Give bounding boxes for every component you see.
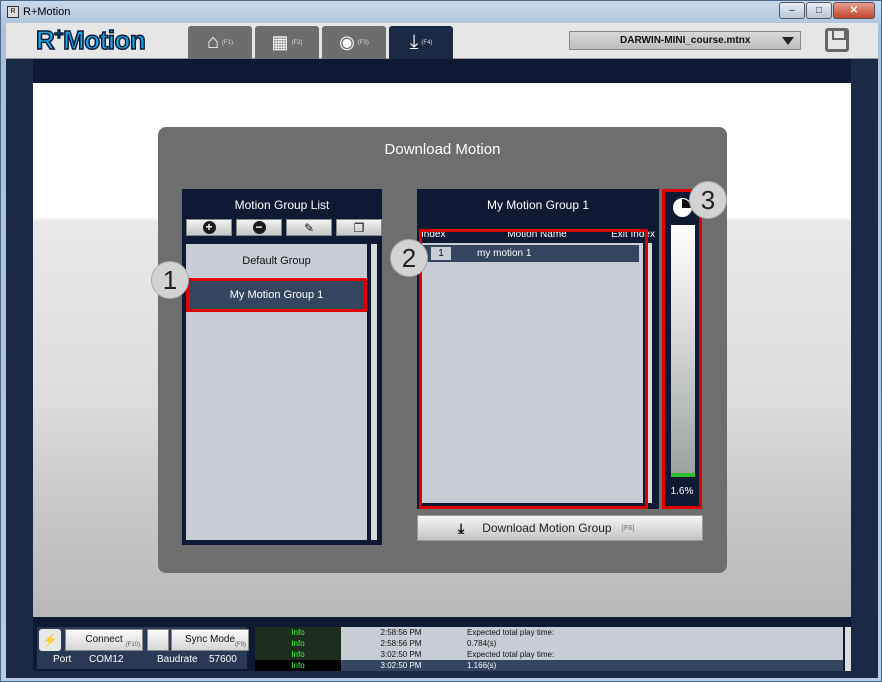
log-time: 3:02:50 PM	[380, 661, 422, 670]
copy-group-button[interactable]: ❐	[336, 219, 382, 236]
scrollbar[interactable]	[845, 627, 851, 671]
callout-badge-3: 3	[689, 181, 727, 219]
reel-icon: ◉	[339, 32, 355, 52]
title-bar: R R+Motion – □ ✕	[1, 1, 881, 23]
app-logo: R+Motion	[35, 24, 146, 56]
status-bar: ⚡ Connect (F10) Sync Mode (F9) Port COM12 …	[33, 623, 851, 671]
group-list-title: Motion Group List	[234, 198, 330, 212]
download-icon: ⤓	[409, 31, 419, 53]
port-label: Port	[53, 654, 72, 665]
table-row: Info 2:58:56 PM Expected total play time…	[255, 627, 843, 638]
motion-group-list-panel: Motion Group List + − ✎ ❐ Default Group …	[182, 189, 382, 545]
table-row: Info 2:58:56 PM 0.784(s)	[255, 638, 843, 649]
sync-mode-button[interactable]: Sync Mode (F9)	[171, 629, 249, 651]
list-item[interactable]: Default Group	[186, 244, 367, 278]
baud-label: Baudrate	[157, 654, 198, 665]
download-motion-group-button[interactable]: ⤓ Download Motion Group (F6)	[417, 515, 703, 541]
edit-group-button[interactable]: ✎	[286, 219, 332, 236]
highlight-frame	[419, 229, 648, 509]
maximize-button[interactable]: □	[806, 2, 832, 19]
group-list: Default Group My Motion Group 1	[186, 244, 367, 540]
tab-home[interactable]: ⌂ (F1)	[188, 26, 252, 59]
progress-panel: 1.6%	[662, 189, 702, 509]
log-level: Info	[255, 649, 341, 660]
tab-film[interactable]: ▦ (F2)	[255, 26, 319, 59]
download-motion-dialog: Download Motion Motion Group List + − ✎ …	[158, 127, 727, 573]
callout-badge-1: 1	[151, 261, 189, 299]
log-time: 2:58:56 PM	[380, 628, 422, 637]
file-name: DARWIN-MINI_course.mtnx	[620, 35, 751, 46]
remove-group-button[interactable]: −	[236, 219, 282, 236]
save-icon[interactable]	[825, 28, 849, 52]
tab-key: (F1)	[222, 39, 234, 46]
close-button[interactable]: ✕	[833, 2, 875, 19]
shortcut-key: (F6)	[621, 524, 635, 532]
client-area: R+Motion ⌂ (F1) ▦ (F2) ◉ (F3) ⤓ (F4) DAR…	[6, 23, 878, 678]
tab-key: (F2)	[291, 39, 303, 46]
copy-icon: ❐	[353, 220, 365, 235]
scrollbar[interactable]	[371, 244, 377, 540]
log-table: Info 2:58:56 PM Expected total play time…	[255, 627, 843, 671]
log-level: Info	[255, 638, 341, 649]
window-title: R+Motion	[23, 6, 71, 18]
log-level: Info	[255, 627, 341, 638]
list-item-selected[interactable]: My Motion Group 1	[186, 278, 367, 312]
progress-fill	[671, 473, 695, 477]
chevron-down-icon	[782, 37, 794, 45]
motion-group-title: My Motion Group 1	[486, 198, 590, 212]
minimize-button[interactable]: –	[779, 2, 805, 19]
motion-group-panel: My Motion Group 1 Index Motion Name Exit…	[417, 189, 659, 509]
download-label: Download Motion Group	[482, 521, 612, 535]
download-icon: ⤓	[458, 519, 465, 536]
log-message: Expected total play time:	[467, 628, 555, 637]
tab-key: (F3)	[357, 39, 369, 46]
minus-icon: −	[252, 221, 266, 234]
tab-download[interactable]: ⤓ (F4)	[389, 26, 453, 59]
connect-button[interactable]: Connect (F10)	[65, 629, 143, 651]
tab-reel[interactable]: ◉ (F3)	[322, 26, 386, 59]
dialog-title: Download Motion	[384, 141, 501, 158]
sync-toggle[interactable]	[147, 629, 169, 651]
callout-badge-2: 2	[390, 239, 428, 277]
progress-meter	[671, 225, 695, 477]
home-icon: ⌂	[206, 31, 220, 53]
plug-icon: ⚡	[39, 629, 61, 651]
log-time: 2:58:56 PM	[380, 639, 422, 648]
baud-value: 57600	[209, 654, 237, 665]
film-icon: ▦	[271, 32, 289, 52]
tab-key: (F4)	[421, 39, 433, 46]
edit-icon: ✎	[303, 220, 315, 235]
log-level: Info	[255, 660, 341, 671]
app-window: R R+Motion – □ ✕ R+Motion ⌂ (F1) ▦ (F2) …	[0, 0, 882, 682]
port-value: COM12	[89, 654, 124, 665]
add-group-button[interactable]: +	[186, 219, 232, 236]
log-message: 0.784(s)	[467, 639, 497, 648]
top-band	[33, 59, 851, 83]
header-bar: R+Motion ⌂ (F1) ▦ (F2) ◉ (F3) ⤓ (F4) DAR…	[6, 23, 878, 59]
work-area: Download Motion Motion Group List + − ✎ …	[33, 83, 851, 617]
file-select[interactable]: DARWIN-MINI_course.mtnx	[569, 31, 801, 50]
table-row: Info 3:02:50 PM Expected total play time…	[255, 649, 843, 660]
progress-percent: 1.6%	[670, 486, 694, 497]
table-row: Info 3:02:50 PM 1.166(s)	[255, 660, 843, 671]
group-toolbar: + − ✎ ❐	[182, 219, 382, 236]
plus-icon: +	[202, 221, 216, 234]
log-time: 3:02:50 PM	[380, 650, 422, 659]
log-message: 1.166(s)	[467, 661, 497, 670]
connection-panel: ⚡ Connect (F10) Sync Mode (F9) Port COM12 …	[37, 627, 249, 669]
log-message: Expected total play time:	[467, 650, 555, 659]
app-icon: R	[7, 6, 19, 18]
